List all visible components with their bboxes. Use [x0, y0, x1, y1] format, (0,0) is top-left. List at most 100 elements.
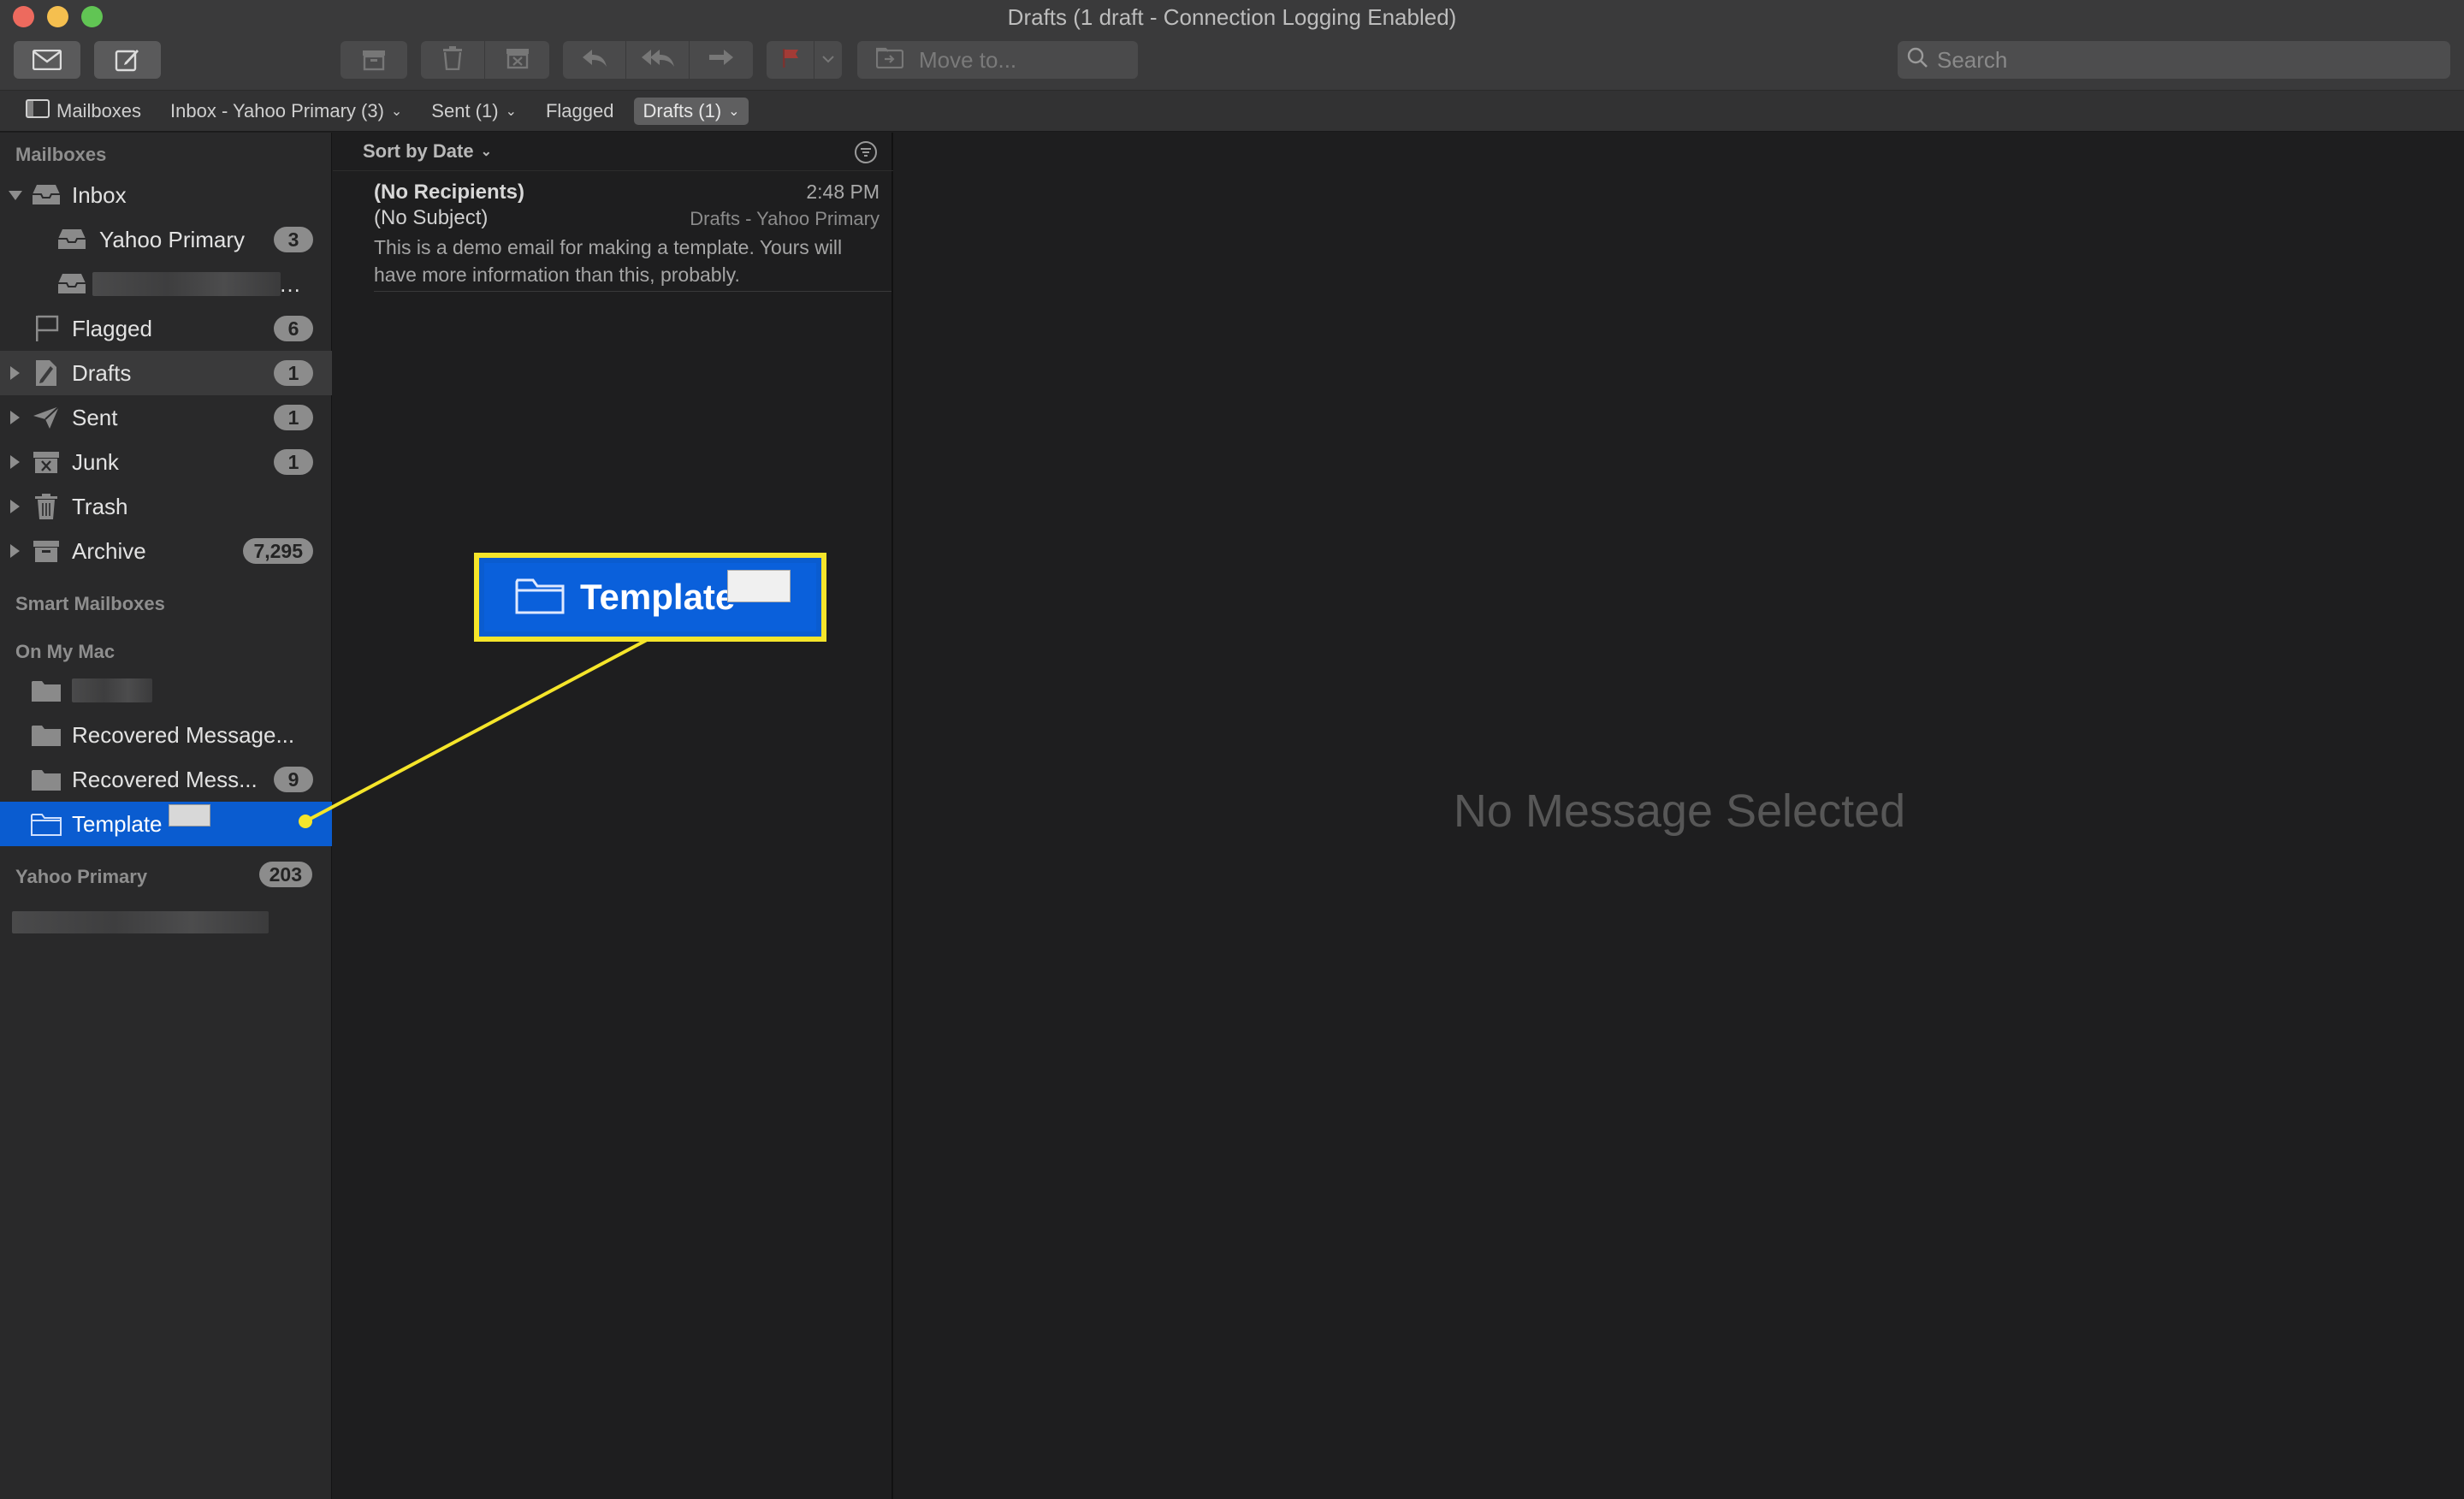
junk-icon — [506, 47, 530, 74]
sort-bar: Sort by Date ⌄ — [333, 133, 893, 171]
section-header-yahoo-primary[interactable]: Yahoo Primary — [15, 866, 147, 888]
sidebar-item-redacted-folder[interactable] — [0, 668, 332, 713]
sidebar-item-label: Junk — [72, 448, 119, 475]
move-to-button[interactable]: Move to... — [857, 41, 1138, 79]
favorite-flagged[interactable]: Flagged — [537, 98, 623, 125]
mailboxes-toggle-button[interactable]: Mailboxes — [17, 98, 150, 125]
chevron-down-icon: ⌄ — [390, 104, 403, 119]
message-viewer: No Message Selected — [895, 133, 2464, 1499]
sidebar-item-yahoo-primary-inbox[interactable]: Yahoo Primary 3 — [0, 217, 332, 262]
disclosure-triangle-icon[interactable] — [10, 366, 20, 380]
sidebar-item-label: Archive — [72, 537, 146, 564]
disclosure-triangle-icon[interactable] — [10, 544, 20, 558]
favorite-sent[interactable]: Sent (1) ⌄ — [423, 98, 525, 125]
count-badge: 6 — [274, 316, 313, 341]
reply-all-button[interactable] — [626, 41, 690, 79]
message-list-item[interactable]: (No Recipients) 2:48 PM (No Subject) Dra… — [333, 172, 893, 292]
folder-icon — [31, 811, 62, 837]
chevron-down-icon — [822, 52, 834, 68]
favorite-sent-label: Sent (1) — [431, 99, 499, 121]
sidebar-item-trash[interactable]: Trash — [0, 484, 332, 529]
disclosure-triangle-icon[interactable] — [9, 190, 22, 200]
flag-icon — [31, 315, 62, 341]
favorite-inbox-label: Inbox - Yahoo Primary (3) — [170, 99, 384, 121]
delete-junk-group — [421, 41, 549, 79]
mailboxes-label: Mailboxes — [56, 99, 142, 121]
count-badge: 7,295 — [243, 538, 313, 564]
archive-button[interactable] — [341, 41, 407, 79]
callout-template-row: Template — [484, 563, 816, 631]
sidebar-item-label: Recovered Mess... — [72, 766, 258, 792]
section-header-smart-mailboxes[interactable]: Smart Mailboxes — [15, 593, 165, 615]
reply-all-icon — [641, 49, 675, 72]
chevron-down-icon: ⌄ — [480, 145, 492, 159]
disclosure-triangle-icon[interactable] — [10, 500, 20, 513]
sidebar-item-label: … — [279, 270, 301, 297]
sidebar-item-archive[interactable]: Archive 7,295 — [0, 529, 332, 573]
trash-icon — [442, 45, 463, 74]
move-to-icon — [875, 46, 904, 74]
search-field[interactable]: Search — [1898, 41, 2450, 79]
archive-icon — [31, 538, 62, 564]
move-to-label: Move to... — [919, 46, 1017, 73]
section-header-on-my-mac[interactable]: On My Mac — [15, 641, 115, 663]
sidebar-item-label: Flagged — [72, 315, 152, 341]
section-header-mailboxes: Mailboxes — [15, 144, 107, 165]
sidebar-item-label: Sent — [72, 404, 118, 430]
disclosure-triangle-icon[interactable] — [10, 455, 20, 469]
sidebar-item-junk[interactable]: Junk 1 — [0, 440, 332, 484]
callout-label: Template — [580, 577, 736, 617]
sidebar-item-label: Drafts — [72, 359, 132, 386]
get-mail-button[interactable] — [14, 41, 80, 79]
sidebar-item-label: Inbox — [72, 181, 127, 208]
sidebar-icon — [26, 98, 50, 123]
sidebar: Mailboxes Inbox Yahoo Primary 3 … Flagge… — [0, 133, 332, 1499]
sort-by-date-button[interactable]: Sort by Date — [363, 140, 474, 163]
list-divider — [374, 291, 891, 292]
inbox-icon — [56, 271, 87, 297]
forward-button[interactable] — [690, 41, 753, 79]
favorite-inbox[interactable]: Inbox - Yahoo Primary (3) ⌄ — [162, 98, 411, 125]
zoomed-callout: Template — [474, 553, 826, 642]
unread-count-badge: 3 — [274, 227, 313, 252]
folder-icon — [31, 722, 62, 748]
title-bar: Drafts (1 draft - Connection Logging Ena… — [0, 0, 2464, 91]
reply-icon — [582, 49, 607, 72]
chevron-down-icon: ⌄ — [505, 104, 517, 119]
window-title: Drafts (1 draft - Connection Logging Ena… — [1007, 4, 1457, 30]
sidebar-item-sent[interactable]: Sent 1 — [0, 395, 332, 440]
no-message-selected-text: No Message Selected — [1453, 785, 1906, 837]
search-icon — [1906, 46, 1928, 74]
count-badge: 1 — [274, 449, 313, 475]
message-preview: This is a demo email for making a templa… — [374, 236, 843, 286]
envelope-icon — [33, 50, 62, 70]
sidebar-item-redacted-inbox[interactable]: … — [0, 262, 332, 306]
message-mailbox: Drafts - Yahoo Primary — [690, 208, 880, 229]
folder-icon — [31, 678, 62, 703]
sidebar-item-flagged[interactable]: Flagged 6 — [0, 306, 332, 351]
reply-button[interactable] — [563, 41, 626, 79]
reply-group — [563, 41, 753, 79]
flag-group — [767, 41, 842, 79]
filter-icon[interactable] — [854, 140, 878, 169]
sidebar-item-inbox[interactable]: Inbox — [0, 173, 332, 217]
sidebar-item-template[interactable]: Template — [0, 802, 332, 846]
paper-plane-icon — [31, 405, 62, 430]
delete-button[interactable] — [421, 41, 485, 79]
compose-button[interactable] — [94, 41, 161, 79]
disclosure-triangle-icon[interactable] — [10, 411, 20, 424]
chevron-down-icon: ⌄ — [728, 104, 740, 119]
drafts-icon — [31, 360, 62, 386]
flag-button[interactable] — [767, 41, 814, 79]
favorite-drafts[interactable]: Drafts (1) ⌄ — [634, 97, 749, 125]
flag-icon — [781, 48, 800, 73]
sidebar-item-drafts[interactable]: Drafts 1 — [0, 351, 332, 395]
folder-icon — [31, 767, 62, 792]
sidebar-item-label: Yahoo Primary — [99, 226, 246, 252]
junk-icon — [31, 449, 62, 475]
count-badge: 1 — [274, 360, 313, 386]
sidebar-item-recovered-messages-2[interactable]: Recovered Mess... 9 — [0, 757, 332, 802]
flag-menu-button[interactable] — [814, 41, 842, 79]
sidebar-item-recovered-messages-1[interactable]: Recovered Message... — [0, 713, 332, 757]
junk-button[interactable] — [485, 41, 549, 79]
